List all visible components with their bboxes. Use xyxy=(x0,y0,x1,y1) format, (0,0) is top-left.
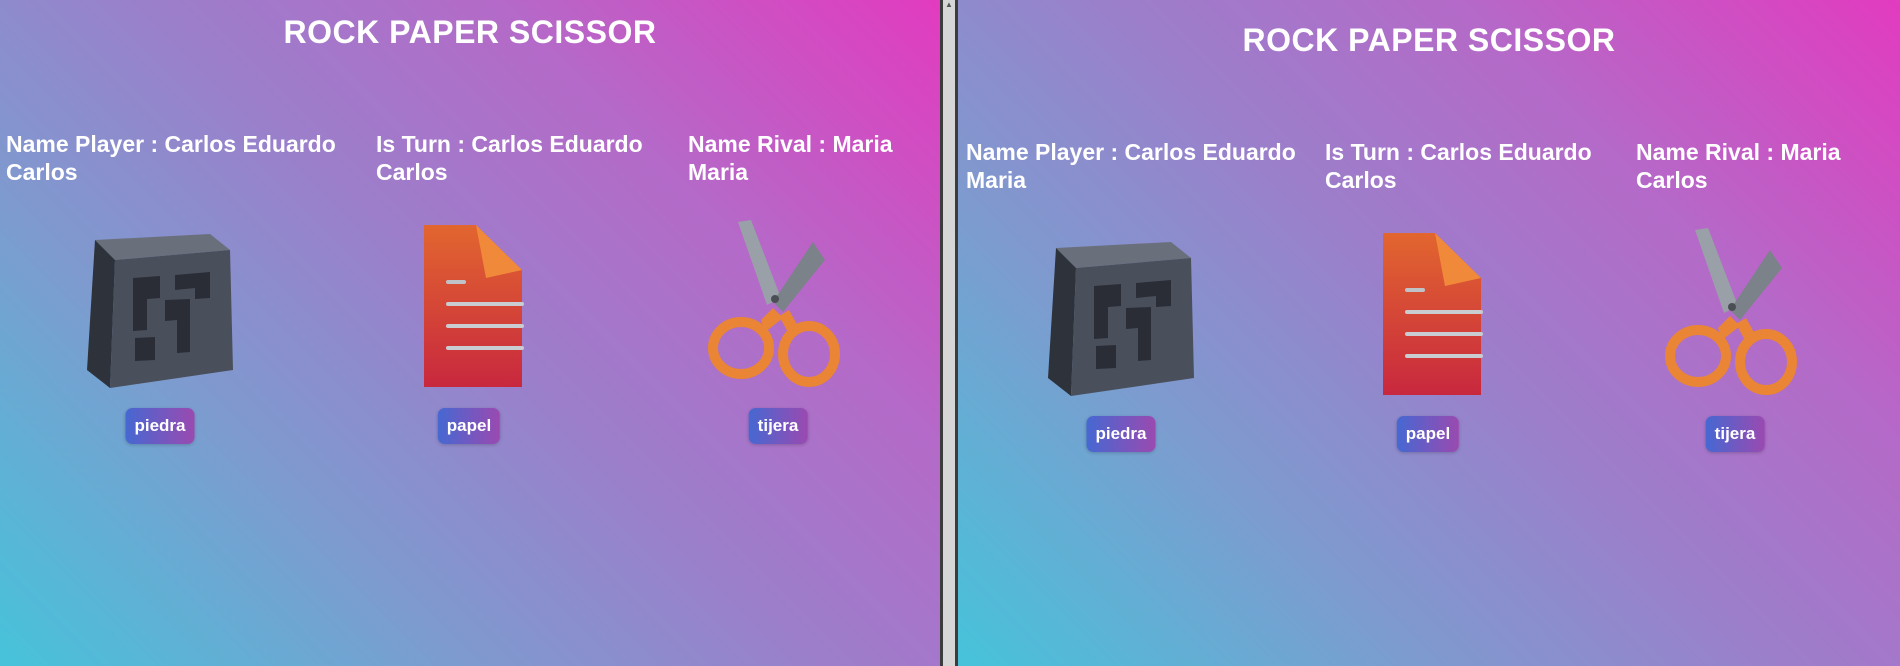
turn-label: Is Turn : xyxy=(376,131,472,157)
game-title: ROCK PAPER SCISSOR xyxy=(1242,22,1616,58)
rock-cube-icon xyxy=(1048,242,1194,396)
choice-card-paper: papel xyxy=(379,220,559,470)
window-divider: ▲ xyxy=(940,0,958,666)
choice-card-scissor: tijera xyxy=(688,220,868,470)
player-label: Name Player : xyxy=(6,131,165,157)
scroll-up-arrow-icon[interactable]: ▲ xyxy=(944,0,954,10)
game-title: ROCK PAPER SCISSOR xyxy=(283,14,657,50)
player-name-info: Name Player : Carlos Eduardo Carlos xyxy=(6,130,336,186)
game-window-left: ROCK PAPER SCISSOR Name Player : Carlos … xyxy=(0,0,940,666)
choice-card-paper: papel xyxy=(1338,228,1518,478)
paper-document-icon xyxy=(424,225,524,387)
vertical-scrollbar[interactable] xyxy=(943,0,955,666)
paper-document-icon xyxy=(1383,233,1483,395)
scissor-button[interactable]: tijera xyxy=(1705,416,1765,452)
turn-label: Is Turn : xyxy=(1325,139,1421,165)
rival-label: Name Rival : xyxy=(688,131,833,157)
rival-name-info: Name Rival : Maria Carlos xyxy=(1636,138,1876,194)
scissor-button[interactable]: tijera xyxy=(748,408,808,444)
rival-name-info: Name Rival : Maria Maria xyxy=(688,130,928,186)
paper-button[interactable]: papel xyxy=(1396,416,1460,452)
rival-label: Name Rival : xyxy=(1636,139,1781,165)
scissors-icon xyxy=(1665,228,1797,395)
choice-card-rock: piedra xyxy=(70,220,250,470)
choice-card-rock: piedra xyxy=(1031,228,1211,478)
rock-cube-icon xyxy=(87,234,233,388)
player-name-info: Name Player : Carlos Eduardo Maria xyxy=(966,138,1326,194)
game-window-right: ROCK PAPER SCISSOR Name Player : Carlos … xyxy=(958,0,1900,666)
rock-button[interactable]: piedra xyxy=(125,408,195,444)
choice-card-scissor: tijera xyxy=(1645,228,1825,478)
player-label: Name Player : xyxy=(966,139,1125,165)
turn-info: Is Turn : Carlos Eduardo Carlos xyxy=(376,130,686,186)
turn-info: Is Turn : Carlos Eduardo Carlos xyxy=(1325,138,1635,194)
scissors-icon xyxy=(708,220,840,387)
rock-button[interactable]: piedra xyxy=(1086,416,1156,452)
paper-button[interactable]: papel xyxy=(437,408,501,444)
